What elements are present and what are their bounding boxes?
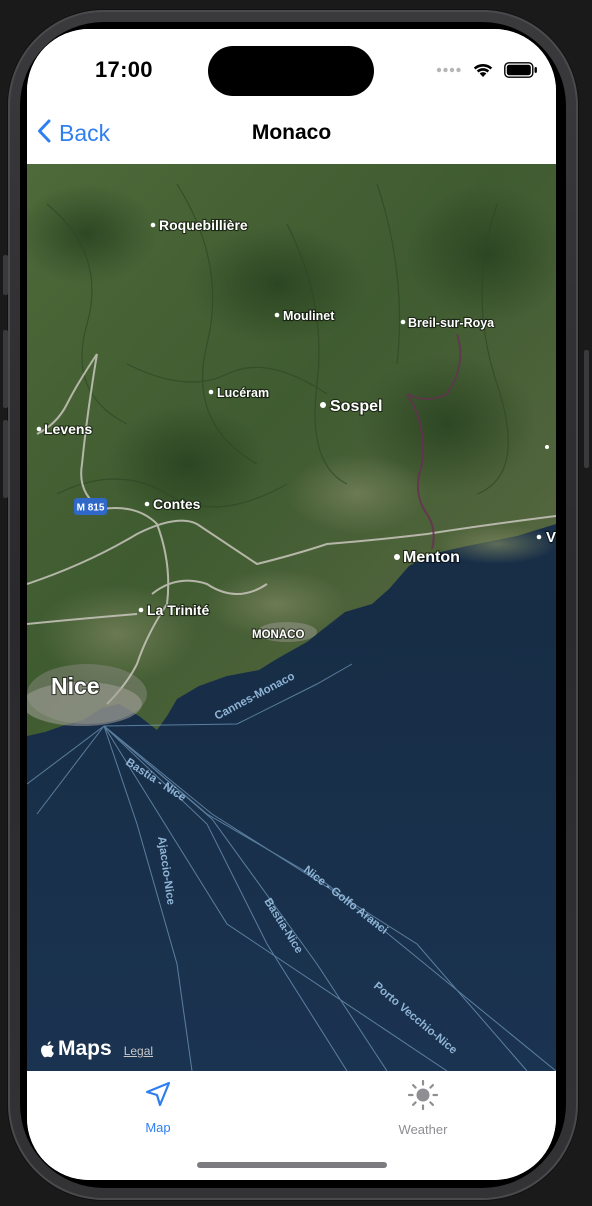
satellite-map: Cannes-Monaco Bastia - Nice Ajaccio-Nice… (27, 164, 556, 1071)
location-arrow-icon (143, 1079, 173, 1114)
place-label-breil-sur-roya: Breil-sur-Roya (408, 316, 495, 330)
navigation-bar: Back Monaco (27, 107, 556, 164)
place-dot-contes (144, 501, 150, 507)
home-indicator[interactable] (197, 1162, 387, 1168)
tab-weather-label: Weather (398, 1122, 448, 1137)
place-label-roquebilliere: Roquebillière (159, 217, 248, 233)
dynamic-island (208, 46, 374, 96)
place-dot-breil-sur-roya (400, 319, 406, 325)
place-dot-la-trinite (138, 607, 144, 613)
place-dot-roquebilliere (150, 222, 156, 228)
sun-icon (407, 1079, 439, 1116)
place-dot-moulinet (274, 312, 280, 318)
place-label-nice: Nice (51, 673, 100, 699)
mute-switch (3, 255, 8, 295)
volume-down-button (3, 420, 8, 498)
place-label-moulinet: Moulinet (283, 309, 335, 323)
page-title: Monaco (251, 121, 332, 144)
road-shield-m815: M 815 (74, 498, 107, 515)
place-label-sospel: Sospel (330, 398, 382, 415)
svg-text:M 815: M 815 (77, 503, 105, 514)
volume-up-button (3, 330, 8, 408)
apple-maps-logo: Maps (40, 1037, 112, 1061)
place-dot-levens (36, 426, 42, 432)
tab-weather[interactable]: Weather (378, 1079, 468, 1137)
status-time: 17:00 (95, 57, 153, 82)
legal-link[interactable]: Legal (124, 1044, 153, 1058)
place-label-partial-edge: V (546, 529, 556, 546)
status-icons (436, 61, 538, 83)
tab-map-label: Map (145, 1120, 171, 1135)
place-label-contes: Contes (153, 496, 201, 512)
place-label-la-trinite: La Trinité (147, 602, 209, 618)
phone-screen: 17:00 Back Monaco Cannes-Monaco Bastia -… (27, 29, 556, 1180)
power-button (584, 350, 589, 468)
battery-icon (504, 61, 538, 83)
status-bar: 17:00 (27, 29, 556, 107)
place-dot-menton (394, 554, 400, 560)
signal-icon (436, 63, 462, 81)
tab-map[interactable]: Map (113, 1079, 203, 1135)
maps-logo-text: Maps (58, 1037, 112, 1060)
place-dot-luceram (208, 389, 214, 395)
apple-logo-icon (40, 1040, 56, 1059)
place-dot-edge (545, 445, 549, 449)
place-label-levens: Levens (44, 421, 92, 437)
wifi-icon (472, 61, 494, 83)
map-attribution: Maps Legal (40, 1037, 153, 1061)
place-label-monaco: MONACO (252, 629, 304, 641)
place-dot-sospel (320, 402, 326, 408)
tab-bar: Map Weather (27, 1071, 556, 1180)
place-dot-ventimiglia (536, 534, 542, 540)
place-label-menton: Menton (403, 549, 460, 566)
place-label-luceram: Lucéram (217, 386, 269, 400)
map-view[interactable]: Cannes-Monaco Bastia - Nice Ajaccio-Nice… (27, 164, 556, 1071)
